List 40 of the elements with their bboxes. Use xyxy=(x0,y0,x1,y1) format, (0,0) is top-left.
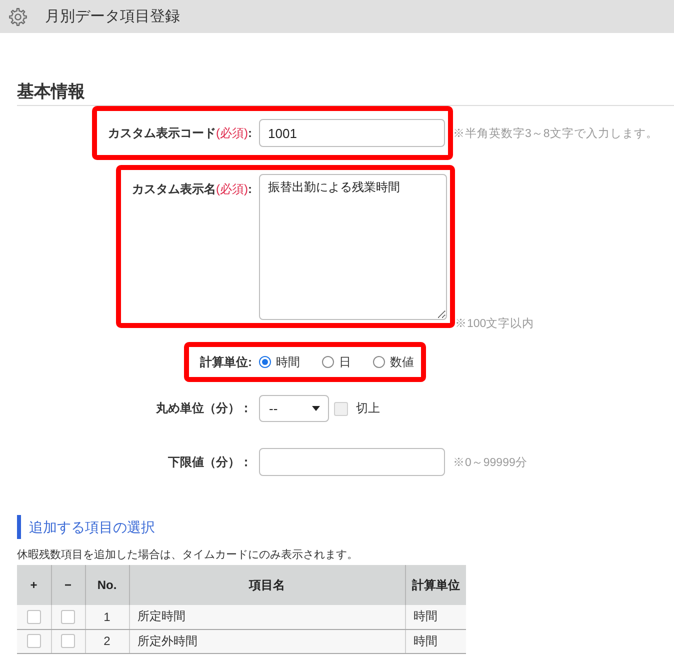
column-header: + xyxy=(17,565,51,605)
field-label: 下限値（分）： xyxy=(168,454,252,470)
field-label: カスタム表示名(必須): xyxy=(132,181,252,198)
field-label: 計算単位: xyxy=(200,354,252,370)
radio-label: 時間 xyxy=(276,354,300,370)
checkbox[interactable] xyxy=(26,610,41,624)
column-header: No. xyxy=(85,565,129,605)
column-header: 計算単位 xyxy=(405,565,466,605)
text-input-field[interactable]: 1001 xyxy=(259,119,445,147)
column-header: − xyxy=(51,565,85,605)
text-input-field[interactable] xyxy=(259,448,445,476)
page-title: 月別データ項目登録 xyxy=(45,7,180,26)
table-cell: 所定時間 xyxy=(129,605,405,629)
checkbox[interactable] xyxy=(61,610,75,624)
checkbox[interactable] xyxy=(61,634,75,648)
checkbox[interactable] xyxy=(26,634,41,648)
column-header: 項目名 xyxy=(129,565,405,605)
table-cell: 時間 xyxy=(405,605,466,629)
text-area-field[interactable]: 振替出勤による残業時間 xyxy=(259,174,447,320)
caret-icon xyxy=(312,406,320,411)
checkbox-label: 切上 xyxy=(356,400,380,417)
radio-label: 日 xyxy=(339,354,351,370)
settings-icon xyxy=(9,8,27,26)
dropdown[interactable]: -- xyxy=(259,395,329,422)
radio-label: 数値 xyxy=(390,354,414,370)
hint-text: ※0～99999分 xyxy=(453,456,528,470)
hint-text: ※100文字以内 xyxy=(455,316,534,331)
radio-button[interactable] xyxy=(322,356,334,368)
radio-button[interactable] xyxy=(373,356,385,368)
section-heading: 基本情報 xyxy=(17,81,85,103)
hint-text: ※半角英数字3～8文字で入力します。 xyxy=(453,126,658,140)
table-cell: 時間 xyxy=(405,629,466,653)
table-cell: 2 xyxy=(85,629,129,653)
table-cell: 所定外時間 xyxy=(129,629,405,653)
field-label: 丸め単位（分）： xyxy=(156,400,252,417)
note-text: 休暇残数項目を追加した場合は、タイムカードにのみ表示されます。 xyxy=(17,548,358,563)
table-cell: 1 xyxy=(85,605,129,629)
field-label: カスタム表示コード(必須): xyxy=(108,124,252,142)
section-heading: 追加する項目の選択 xyxy=(17,515,155,539)
radio-button[interactable] xyxy=(259,356,271,368)
